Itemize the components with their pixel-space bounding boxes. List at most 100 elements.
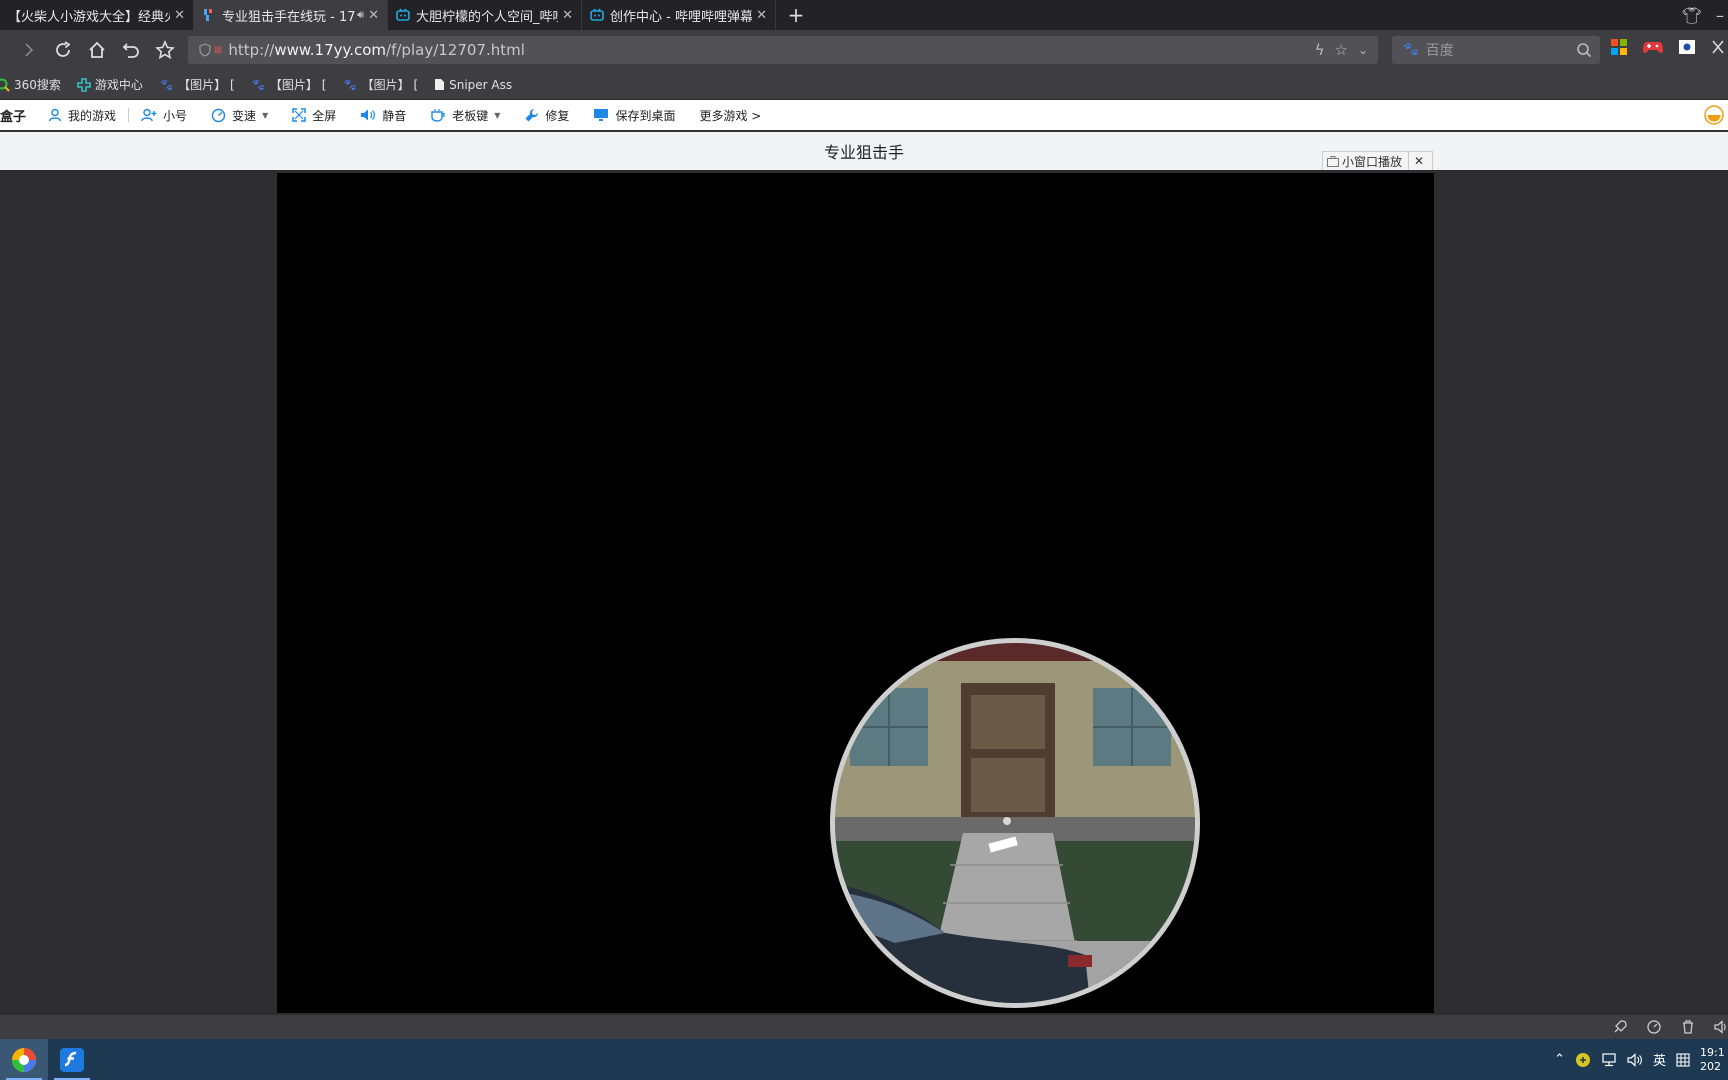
wrench-icon [525,108,539,121]
scissors-icon[interactable] [1710,39,1726,55]
speedometer-icon[interactable] [1646,1019,1662,1035]
scope-scene [835,643,1195,1003]
orange-logo-icon [1704,105,1724,125]
toolbar-label: 全屏 [312,108,337,123]
tab-bilibili-space[interactable]: 大胆柠檬的个人空间_哔哩哔哩 ✕ [388,0,582,30]
reload-icon [56,41,71,57]
fullscreen-icon [292,108,306,122]
toolbar-label: 更多游戏 > [699,108,762,123]
tab-bilibili-creator[interactable]: 创作中心 - 哔哩哔哩弹幕视频 ✕ [582,0,776,30]
volume-icon[interactable] [1714,1019,1728,1035]
close-icon[interactable]: ✕ [562,8,573,23]
mini-window-label: 小窗口播放 [1342,154,1403,169]
chevron-down-icon[interactable]: ⌄ [1358,43,1368,57]
my-games-button[interactable]: 我的游戏 [48,107,116,124]
favorite-button[interactable] [148,33,182,67]
network-icon[interactable] [1601,1052,1617,1067]
taskbar: ⌃ 英 19:1 202 [0,1039,1728,1080]
boss-key-button[interactable]: 老板键 ▼ [430,107,500,124]
ime-grid-icon[interactable] [1676,1052,1690,1067]
close-icon[interactable]: ✕ [174,8,185,23]
trash-icon[interactable] [1680,1019,1696,1035]
toolbar-label: 保存到桌面 [615,108,676,123]
bookmark-sniper-assassin[interactable]: Sniper Ass [434,78,512,92]
chevron-up-icon[interactable]: ⌃ [1554,1052,1565,1067]
mini-window-button[interactable]: 小窗口播放 [1323,152,1410,170]
toolbar-divider [128,108,130,122]
bookmark-label: 游戏中心 [94,78,143,92]
alt-account-button[interactable]: 小号 [141,107,187,124]
taskbar-app-browser[interactable] [0,1039,48,1080]
minimize-icon[interactable]: – [1716,6,1724,25]
tab-title: 大胆柠檬的个人空间_哔哩哔哩 [416,9,558,25]
bookmark-label: 360搜索 [14,78,61,92]
close-icon[interactable]: ✕ [368,8,379,23]
clock[interactable]: 19:1 202 [1700,1046,1726,1074]
skin-icon[interactable]: 👕︎ [1682,6,1702,25]
volume-icon[interactable] [1627,1052,1643,1067]
system-tray: ⌃ 英 19:1 202 [1554,1039,1728,1080]
search-icon[interactable] [1576,42,1592,58]
clock-time: 19:1 [1700,1045,1725,1059]
screenshot-icon[interactable] [1678,39,1696,55]
bookmark-label: Sniper Ass [449,77,513,92]
gamepad-icon[interactable] [1642,38,1664,56]
clock-date: 202 [1700,1059,1721,1073]
tray-app-icon[interactable] [1575,1052,1591,1068]
star-icon[interactable]: ☆ [1334,41,1347,59]
more-games-link[interactable]: 更多游戏 > [699,107,761,124]
bookmark-label: 【图片】 [ [178,78,235,92]
taskbar-app-flash[interactable] [48,1039,96,1080]
baidu-paw-icon: 🐾︎ [158,77,175,92]
search-box[interactable]: 🐾︎ 百度 [1392,36,1600,64]
rocket-icon[interactable] [1612,1019,1628,1035]
new-tab-button[interactable]: + [776,0,816,30]
speed-button[interactable]: 变速 ▼ [211,107,268,124]
search-placeholder: 百度 [1425,43,1454,59]
user-icon [48,108,62,122]
toolbar-label: 变速 [232,108,257,123]
360-search-icon [0,78,10,92]
home-button[interactable] [80,33,114,67]
reload-button[interactable] [46,33,80,67]
ime-indicator[interactable]: 英 [1653,1050,1666,1069]
bookmark-360-search[interactable]: 360搜索 [0,76,61,93]
tab-title: 创作中心 - 哔哩哔哩弹幕视频 [610,9,753,25]
apps-grid-icon[interactable] [1610,38,1628,56]
close-icon[interactable]: ✕ [756,8,767,23]
speaker-icon [361,109,376,121]
page-icon [435,79,445,90]
speaker-icon[interactable]: 🔊︎ [357,8,364,22]
flash-app-icon [60,1047,84,1072]
baidu-paw-icon: 🐾︎ [1402,42,1420,58]
tab-bar: 【火柴人小游戏大全】经典火 ✕ 专业狙击手在线玩 - 17yy 🔊︎ ✕ 大胆柠… [0,0,1728,30]
bookmark-game-center[interactable]: 游戏中心 [77,76,143,93]
bookmark-tieba-3[interactable]: 🐾︎ 【图片】 [ [342,76,418,93]
ie-mode-icon: ⊠ [214,44,223,56]
bookmark-tieba-1[interactable]: 🐾︎ 【图片】 [ [159,76,235,93]
tab-title: 专业狙击手在线玩 - 17yy [222,9,356,25]
tab-sniper-game[interactable]: 专业狙击手在线玩 - 17yy 🔊︎ ✕ [194,0,388,30]
address-bar[interactable]: ⊠ http://www.17yy.com/f/play/12707.html … [188,36,1378,64]
speedometer-icon [211,108,226,122]
undo-close-button[interactable] [114,33,148,67]
lightning-icon[interactable]: ϟ [1315,41,1325,59]
browser-status-bar [0,1015,1728,1039]
toolbar-label: 我的游戏 [68,108,117,123]
game-center-icon [77,77,91,92]
window-controls: 👕︎ – [1682,0,1728,30]
monitor-icon [594,109,609,121]
close-icon[interactable]: ✕ [1409,154,1429,168]
forward-button[interactable] [12,33,46,67]
bookmark-label: 【图片】 [ [269,78,327,92]
mute-button[interactable]: 静音 [360,107,406,124]
save-to-desktop-button[interactable]: 保存到桌面 [593,107,675,124]
game-canvas[interactable] [277,173,1434,1013]
tab-stickman-games[interactable]: 【火柴人小游戏大全】经典火 ✕ [0,0,194,30]
bookmark-tieba-2[interactable]: 🐾︎ 【图片】 [ [251,76,327,93]
crosshair-dot [1003,817,1011,825]
game-box-logo[interactable] [1704,105,1724,128]
fullscreen-button[interactable]: 全屏 [292,107,336,124]
repair-button[interactable]: 修复 [524,107,569,124]
bilibili-icon [396,8,410,21]
